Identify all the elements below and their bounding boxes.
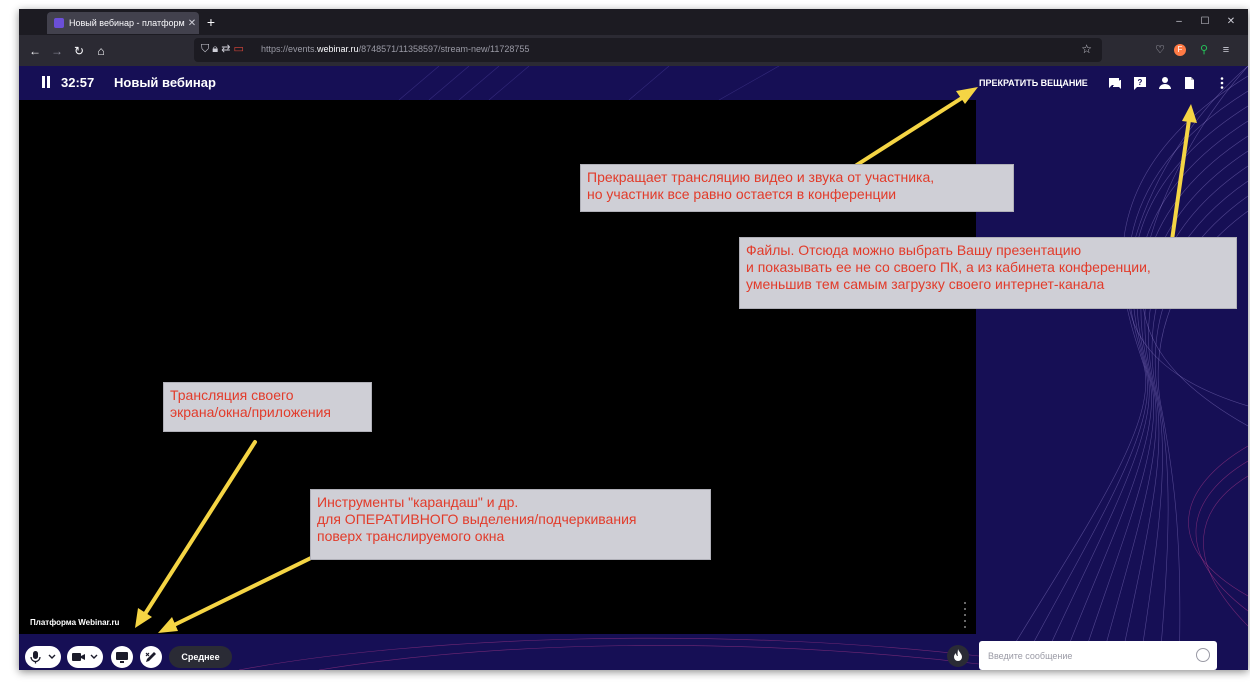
screen-share-icon — [116, 652, 128, 663]
maximize-icon[interactable]: ☐ — [1192, 13, 1218, 31]
chat-icon[interactable] — [1108, 76, 1122, 90]
home-icon[interactable]: ⌂ — [91, 41, 111, 61]
control-bar: Среднее Введите сообщение — [19, 634, 1248, 670]
address-bar[interactable]: ⛉ 🔒︎ ⇄ ▭ https://events.webinar.ru/87485… — [194, 38, 1102, 62]
camera-icon — [72, 653, 98, 661]
drawing-tools-button[interactable] — [140, 646, 162, 668]
minimize-icon[interactable]: – — [1166, 13, 1192, 31]
questions-icon[interactable]: ? — [1133, 76, 1147, 90]
svg-text:?: ? — [1138, 78, 1143, 87]
pause-icon[interactable] — [41, 76, 51, 88]
reactions-button[interactable] — [947, 645, 969, 667]
tracking-shield-icon[interactable]: ⛉ 🔒︎ ⇄ ▭ — [201, 42, 244, 56]
extension-icon[interactable]: ⚲ — [1196, 43, 1212, 57]
forward-icon[interactable]: → — [47, 41, 67, 61]
emoji-icon[interactable] — [1196, 648, 1210, 662]
bookmark-star-icon[interactable]: ☆ — [1081, 42, 1092, 56]
webinar-title: Новый вебинар — [114, 75, 216, 90]
participants-icon[interactable] — [1158, 76, 1172, 90]
profile-icon[interactable]: F — [1174, 44, 1186, 56]
callout-screen-share: Трансляция своего экрана/окна/приложения — [163, 382, 372, 432]
callout-files: Файлы. Отсюда можно выбрать Вашу презент… — [739, 237, 1237, 309]
webinar-favicon — [54, 18, 64, 28]
pocket-icon[interactable]: ♡ — [1152, 43, 1168, 57]
more-options-icon[interactable] — [1215, 76, 1229, 90]
callout-drawing-tools: Инструменты "карандаш" и др. для ОПЕРАТИ… — [310, 489, 711, 560]
camera-permission-icon[interactable]: ▭ — [234, 43, 244, 55]
tab-close-icon[interactable]: ✕ — [185, 18, 199, 29]
url-text[interactable]: https://events.webinar.ru/8748571/113585… — [261, 44, 529, 54]
tab-strip: Новый вебинар - платформа ✕ + – ☐ ✕ — [19, 9, 1248, 35]
files-icon[interactable] — [1182, 76, 1196, 90]
screen-share-button[interactable] — [111, 646, 133, 668]
reload-icon[interactable]: ↻ — [69, 41, 89, 61]
new-tab-button[interactable]: + — [202, 13, 220, 31]
platform-label: Платформа Webinar.ru — [30, 618, 120, 627]
stop-broadcast-button[interactable]: ПРЕКРАТИТЬ ВЕЩАНИЕ — [979, 78, 1088, 88]
browser-tab[interactable]: Новый вебинар - платформа ✕ — [47, 12, 199, 34]
back-icon[interactable]: ← — [25, 41, 45, 61]
callout-stop-broadcast: Прекращает трансляцию видео и звука от у… — [580, 164, 1014, 212]
menu-icon[interactable]: ≡ — [1218, 43, 1234, 57]
microphone-icon — [30, 651, 56, 664]
microphone-button[interactable] — [25, 646, 61, 668]
quality-select[interactable]: Среднее — [169, 646, 232, 668]
tab-title: Новый вебинар - платформа — [69, 18, 185, 28]
webinar-app: 32:57 Новый вебинар ПРЕКРАТИТЬ ВЕЩАНИЕ ?… — [19, 66, 1248, 670]
close-window-icon[interactable]: ✕ — [1218, 13, 1244, 31]
broadcast-timer: 32:57 — [61, 75, 95, 90]
chat-placeholder: Введите сообщение — [988, 651, 1073, 661]
webinar-top-bar: 32:57 Новый вебинар ПРЕКРАТИТЬ ВЕЩАНИЕ ? — [19, 66, 1248, 100]
browser-window: Новый вебинар - платформа ✕ + – ☐ ✕ ← → … — [19, 9, 1248, 670]
navigation-bar: ← → ↻ ⌂ ⛉ 🔒︎ ⇄ ▭ https://events.webinar.… — [19, 35, 1248, 66]
fire-icon — [954, 649, 962, 661]
video-menu-dots-icon[interactable] — [963, 602, 967, 632]
chat-input[interactable]: Введите сообщение — [979, 641, 1217, 670]
pencil-icon — [145, 652, 156, 662]
camera-button[interactable] — [67, 646, 103, 668]
